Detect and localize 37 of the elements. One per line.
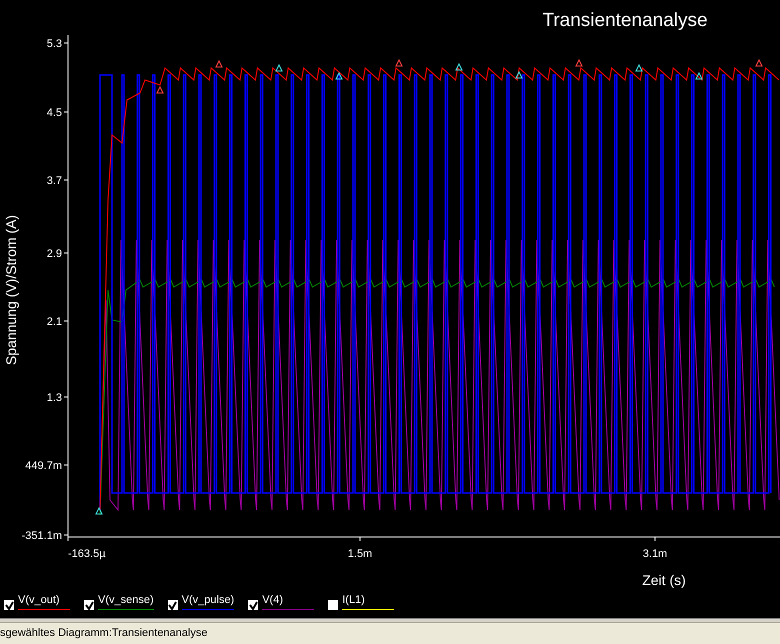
cursor-marker-icon [335,72,343,80]
legend-label: V(v_out) [18,594,70,610]
y-tick-label: 449.7m [25,460,62,472]
legend-label: V(v_sense) [98,594,154,610]
cursor-marker-icon [95,506,103,514]
y-tick-label: 4.5 [46,107,62,119]
legend-checkbox[interactable] [84,600,94,610]
status-bar-text: sgewähltes Diagramm:Transientenanalyse [0,628,208,639]
cursor-marker-icon [395,58,403,66]
cursor-marker-icon [215,60,223,68]
cursor-marker-icon [755,58,763,66]
cursor-marker-icon [575,58,583,66]
legend-checkbox[interactable] [328,600,338,610]
x-tick-label: 3.1m [642,548,668,560]
cursor-marker-icon [455,62,463,70]
x-tick-label: 1.5m [348,548,372,560]
cursor-marker-icon [635,64,643,72]
plot-title: Transientenanalyse [542,10,708,31]
x-tick-label: -163.5µ [68,548,106,560]
y-tick-label: 2.1 [46,316,62,328]
y-tick-label: 2.9 [46,248,62,260]
y-tick-label: -351.1m [22,530,62,542]
y-tick-label: 3.7 [46,175,62,187]
cursor-marker-icon [275,64,283,72]
legend-checkbox[interactable] [168,600,178,610]
y-axis-title: Spannung (V)/Strom (A) [3,214,19,366]
cursor-marker-icon [695,72,703,80]
y-tick-label: 1.3 [46,392,62,404]
legend-checkbox[interactable] [248,600,258,610]
legend-label: V(4) [262,594,314,610]
legend-checkbox[interactable] [4,600,14,610]
cursor-marker-icon [156,86,164,94]
x-axis-title: Zeit (s) [642,572,686,588]
y-tick-label: 5.3 [46,38,62,50]
legend-label: V(v_pulse) [182,594,234,610]
cursor-marker-icon [515,70,523,78]
legend-label: I(L1) [342,594,394,610]
